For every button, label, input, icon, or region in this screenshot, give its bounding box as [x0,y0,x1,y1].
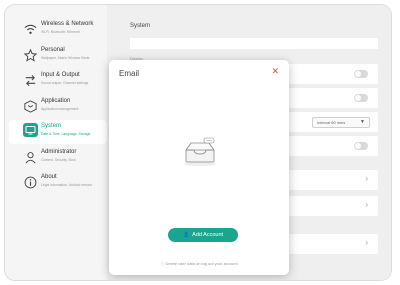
sidebar-item-wireless[interactable]: Wireless & Network Wi-Fi, Bluetooth, Eth… [9,18,107,42]
sidebar-item-subtitle: Application management [41,107,79,111]
wifi-icon [23,22,38,37]
close-icon[interactable]: ✕ [271,67,279,76]
sidebar-item-title: Personal [41,47,65,53]
email-dialog: Email ✕ 👤 Add Account ⓘ Delete user data… [109,60,289,275]
setting-toggle[interactable] [354,70,368,78]
sidebar-item-title: Administrator [41,149,77,155]
sidebar-item-subtitle: Date & Time, Language, Storage [41,132,91,136]
sidebar-item-system[interactable]: System Date & Time, Language, Storage [9,120,107,144]
interval-dropdown[interactable]: Interval 60 mins ▼ [312,117,370,128]
monitor-icon [23,123,38,137]
sidebar-item-input-output[interactable]: Input & Output Sound output, Channel set… [9,69,107,93]
user-icon [23,150,38,165]
dropdown-value: Interval 60 mins [317,120,346,125]
setting-toggle[interactable] [354,94,368,102]
sidebar-item-subtitle: Sound output, Channel settings [41,81,89,85]
sidebar-item-subtitle: Wi-Fi, Bluetooth, Ethernet [41,30,80,34]
sidebar-item-title: Input & Output [41,72,80,78]
empty-inbox-icon [178,135,222,167]
sidebar-item-personal[interactable]: Personal Wallpaper, Matrix Window Mode [9,44,107,68]
settings-window: Wireless & Network Wi-Fi, Bluetooth, Eth… [5,5,391,280]
box-icon [23,99,38,114]
sidebar-item-administrator[interactable]: Administrator Content, Security, Boot [9,146,107,170]
chevron-right-icon: › [365,238,368,247]
info-icon [23,175,38,190]
sidebar-item-subtitle: Legal information, Android version [41,183,93,187]
sidebar-item-title: Application [41,98,71,104]
sidebar-item-title: System [41,123,62,129]
add-account-label: Add Account [192,232,224,238]
sidebar-item-subtitle: Wallpaper, Matrix Window Mode [41,56,90,60]
footnote: ⓘ Delete user data on log out your accou… [109,261,289,267]
chevron-right-icon: › [365,174,368,183]
chevron-right-icon: › [365,200,368,209]
sidebar-item-application[interactable]: Application Application management [9,95,107,119]
setting-toggle[interactable] [354,142,368,150]
add-account-button[interactable]: 👤 Add Account [168,228,238,242]
person-add-icon: 👤 [182,232,190,238]
content-strip [130,38,378,49]
sidebar-item-about[interactable]: About Legal information, Android version [9,171,107,195]
page-title: System [130,23,151,29]
info-circle-icon: ⓘ [160,261,165,266]
sidebar: Wireless & Network Wi-Fi, Bluetooth, Eth… [5,5,107,280]
swap-icon [23,73,38,88]
footnote-text: Delete user data on log out your account [165,261,238,266]
sidebar-item-title: About [41,174,57,180]
caret-down-icon: ▼ [360,119,365,125]
sidebar-item-title: Wireless & Network [41,21,94,27]
dialog-title: Email [119,69,140,78]
star-icon [23,48,38,63]
sidebar-item-subtitle: Content, Security, Boot [41,158,76,162]
